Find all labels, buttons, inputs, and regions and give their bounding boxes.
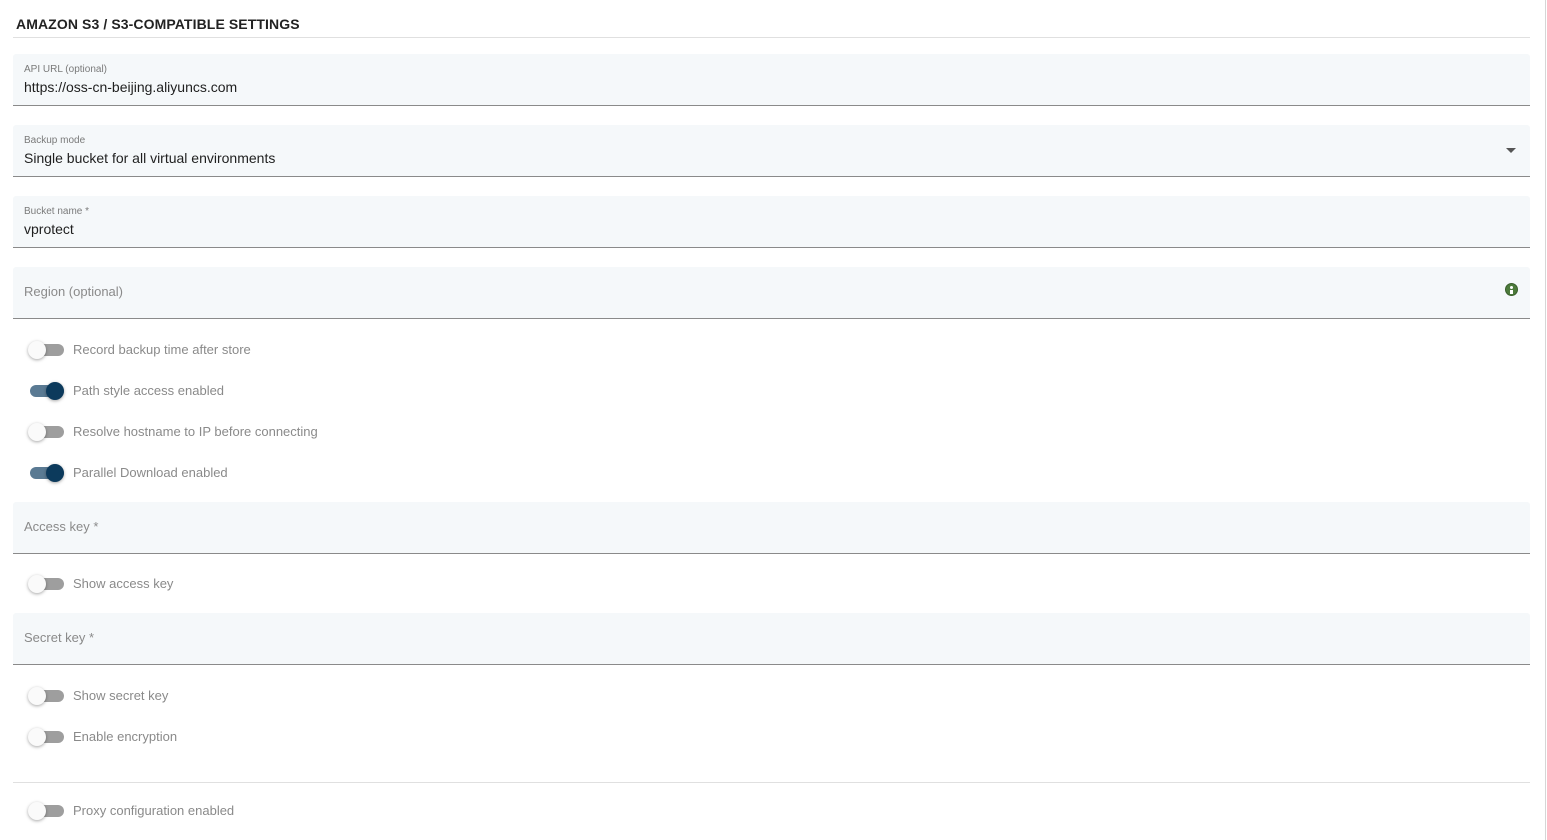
region-field[interactable]: Region (optional) <box>13 267 1530 319</box>
toggle-knob <box>28 575 46 593</box>
bucket-name-label: Bucket name * <box>24 206 90 217</box>
api-url-label: API URL (optional) <box>24 64 107 75</box>
section-divider <box>13 782 1530 783</box>
secret-key-field[interactable]: Secret key * <box>13 613 1530 665</box>
access-key-field[interactable]: Access key * <box>13 502 1530 554</box>
bucket-name-value[interactable]: vprotect <box>24 221 74 237</box>
enable-encryption-toggle[interactable] <box>28 728 65 746</box>
toggle-knob <box>28 423 46 441</box>
toggle-knob <box>28 341 46 359</box>
resolve-hostname-toggle[interactable] <box>28 423 65 441</box>
toggle-knob <box>28 802 46 820</box>
resolve-hostname-label: Resolve hostname to IP before connecting <box>73 424 318 439</box>
show-access-key-label: Show access key <box>73 576 174 591</box>
page-right-border <box>1545 0 1546 840</box>
toggle-knob <box>46 464 64 482</box>
toggle-knob <box>46 382 64 400</box>
parallel-download-toggle[interactable] <box>28 464 65 482</box>
toggle-knob <box>28 728 46 746</box>
access-key-placeholder[interactable]: Access key * <box>24 519 98 534</box>
backup-mode-select[interactable]: Backup mode Single bucket for all virtua… <box>13 125 1530 177</box>
help-icon[interactable] <box>1505 283 1518 296</box>
api-url-value[interactable]: https://oss-cn-beijing.aliyuncs.com <box>24 79 237 95</box>
region-placeholder[interactable]: Region (optional) <box>24 284 123 299</box>
record-backup-time-label: Record backup time after store <box>73 342 251 357</box>
section-title: AMAZON S3 / S3-COMPATIBLE SETTINGS <box>16 16 300 32</box>
record-backup-time-toggle[interactable] <box>28 341 65 359</box>
path-style-access-toggle[interactable] <box>28 382 65 400</box>
proxy-configuration-toggle[interactable] <box>28 802 65 820</box>
bucket-name-field[interactable]: Bucket name * vprotect <box>13 196 1530 248</box>
parallel-download-label: Parallel Download enabled <box>73 465 228 480</box>
enable-encryption-label: Enable encryption <box>73 729 178 744</box>
show-secret-key-label: Show secret key <box>73 688 169 703</box>
show-access-key-toggle[interactable] <box>28 575 65 593</box>
path-style-access-label: Path style access enabled <box>73 383 225 398</box>
backup-mode-value[interactable]: Single bucket for all virtual environmen… <box>24 150 275 166</box>
proxy-configuration-label: Proxy configuration enabled <box>73 803 235 818</box>
toggle-knob <box>28 687 46 705</box>
chevron-down-icon[interactable] <box>1506 148 1516 153</box>
api-url-field[interactable]: API URL (optional) https://oss-cn-beijin… <box>13 54 1530 106</box>
s3-settings-page: AMAZON S3 / S3-COMPATIBLE SETTINGS API U… <box>0 0 1547 840</box>
backup-mode-label: Backup mode <box>24 135 86 146</box>
show-secret-key-toggle[interactable] <box>28 687 65 705</box>
title-divider <box>13 37 1530 38</box>
secret-key-placeholder[interactable]: Secret key * <box>24 630 94 645</box>
